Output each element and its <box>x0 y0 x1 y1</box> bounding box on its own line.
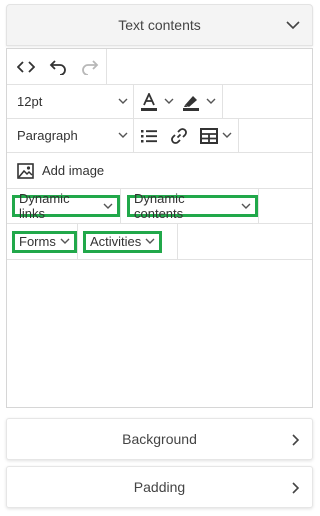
editor-content-area[interactable] <box>7 261 312 407</box>
table-button[interactable] <box>200 127 232 144</box>
chevron-down-icon <box>103 203 113 209</box>
forms-label: Forms <box>19 234 56 249</box>
image-icon <box>17 162 34 179</box>
block-format-value: Paragraph <box>17 128 78 143</box>
undo-icon <box>49 59 66 75</box>
background-section-title: Background <box>122 431 197 447</box>
add-image-label: Add image <box>42 163 105 178</box>
background-section-header[interactable]: Background <box>6 418 313 460</box>
font-size-select[interactable]: 12pt <box>7 85 134 118</box>
dynamic-links-dropdown[interactable]: Dynamic links <box>12 191 120 221</box>
source-code-icon <box>17 60 35 73</box>
chevron-right-icon <box>292 482 300 494</box>
toolbar-row-history <box>7 49 312 85</box>
dynamic-contents-dropdown[interactable]: Dynamic contents <box>127 191 258 221</box>
text-contents-header[interactable]: Text contents <box>6 4 313 46</box>
history-group <box>7 49 107 84</box>
toolbar-row-format: Paragraph <box>7 119 312 153</box>
toolbar-row-forms: Forms Activities <box>7 224 312 260</box>
chevron-down-icon <box>145 238 155 244</box>
insert-group <box>134 119 239 152</box>
padding-section-header[interactable]: Padding <box>6 466 313 508</box>
padding-section-title: Padding <box>133 479 186 495</box>
bullet-list-icon <box>141 129 157 142</box>
forms-dropdown[interactable]: Forms <box>12 230 77 253</box>
chevron-down-icon <box>222 132 232 138</box>
undo-button[interactable] <box>49 59 67 75</box>
block-format-select[interactable]: Paragraph <box>7 119 134 152</box>
dynamic-links-label: Dynamic links <box>19 191 70 221</box>
redo-icon <box>82 59 99 75</box>
toolbar-row-font: 12pt <box>7 85 312 119</box>
chevron-down-icon <box>118 132 128 138</box>
forms-group: Forms <box>7 224 78 259</box>
dynamic-contents-label: Dynamic contents <box>134 191 185 221</box>
chevron-down-icon <box>206 98 216 104</box>
color-group <box>134 85 223 118</box>
toolbar-row-image: Add image <box>7 153 312 189</box>
chevron-down-icon <box>241 203 251 209</box>
highlight-color-button[interactable] <box>182 93 216 111</box>
bullet-list-button[interactable] <box>140 128 158 144</box>
dynamic-contents-group: Dynamic contents <box>121 189 259 223</box>
table-icon <box>200 127 218 144</box>
activities-group: Activities <box>78 224 178 259</box>
activities-label: Activities <box>90 234 142 249</box>
add-image-button[interactable]: Add image <box>7 153 114 188</box>
text-color-icon <box>141 92 157 111</box>
link-button[interactable] <box>170 127 188 145</box>
source-code-button[interactable] <box>17 60 35 74</box>
activities-dropdown[interactable]: Activities <box>83 230 163 253</box>
chevron-down-icon <box>60 238 70 244</box>
chevron-down-icon <box>164 98 174 104</box>
redo-button[interactable] <box>81 59 99 75</box>
chevron-right-icon <box>292 434 300 446</box>
text-contents-title: Text contents <box>118 17 201 33</box>
toolbar-row-dynamic: Dynamic links Dynamic contents <box>7 189 312 224</box>
font-size-value: 12pt <box>17 94 43 109</box>
link-icon <box>171 127 187 144</box>
dynamic-links-group: Dynamic links <box>7 189 121 223</box>
text-color-button[interactable] <box>140 92 174 111</box>
highlighter-icon <box>183 95 199 111</box>
chevron-down-icon <box>118 98 128 104</box>
chevron-down-icon <box>286 21 300 30</box>
rich-text-editor: 12pt Paragraph Add image Dynamic links D… <box>6 48 313 408</box>
